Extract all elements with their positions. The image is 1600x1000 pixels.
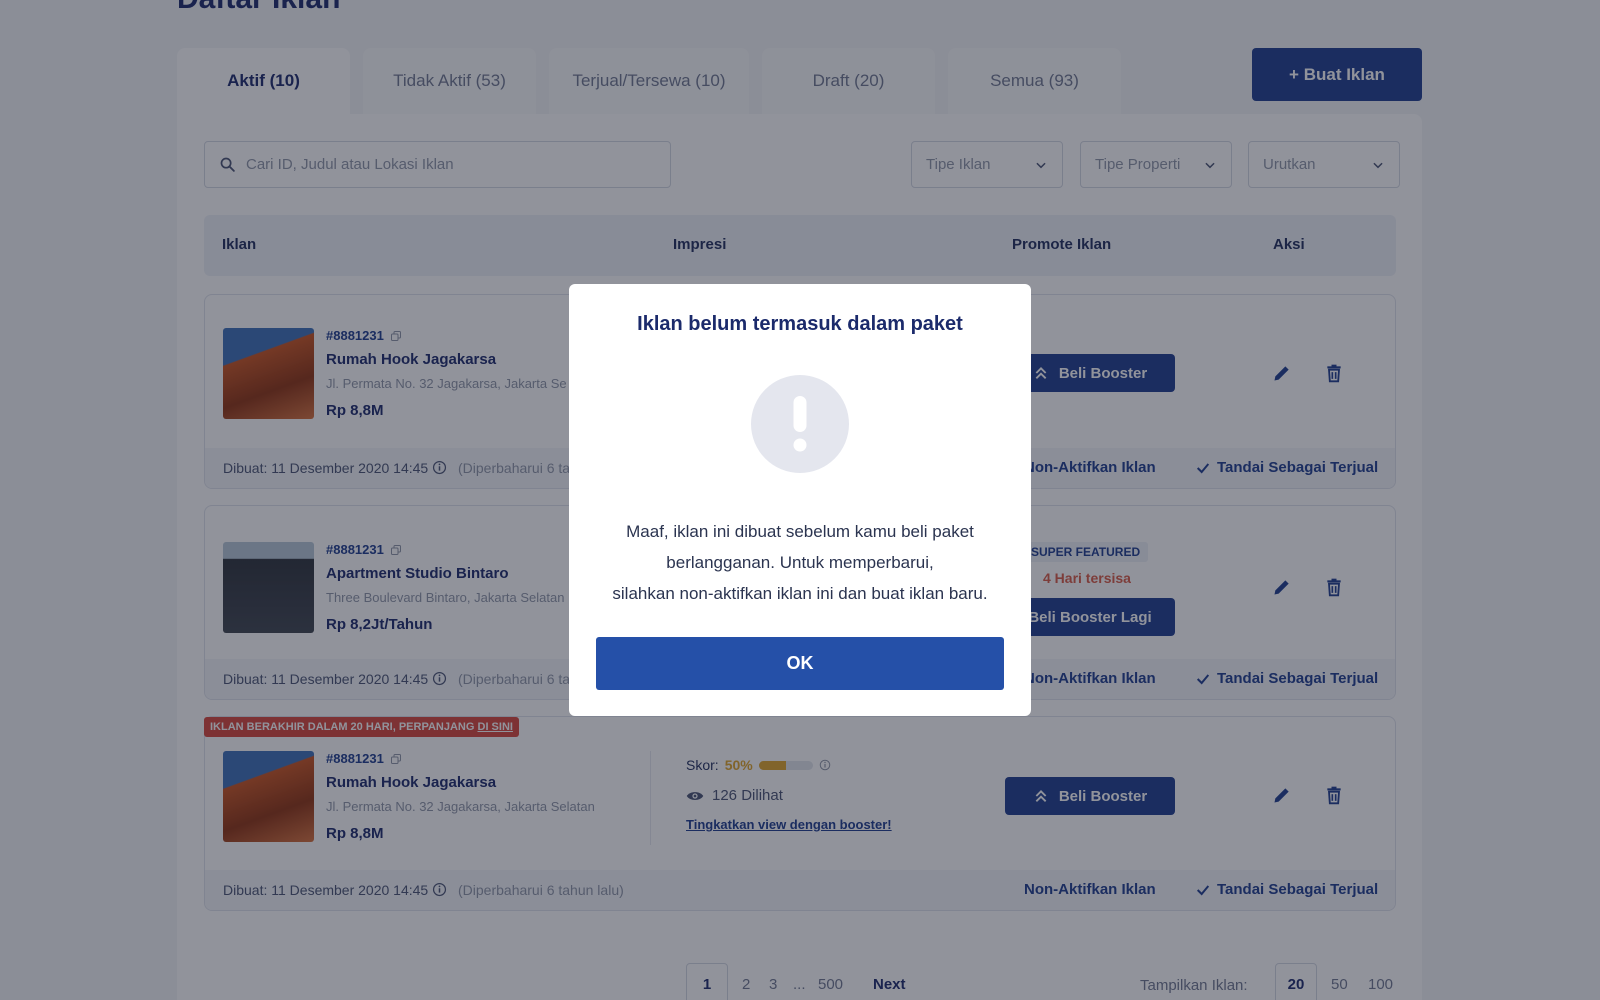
modal-message-line: silahkan non-aktifkan iklan ini dan buat… [612,584,988,603]
modal-title: Iklan belum termasuk dalam paket [637,313,963,335]
modal-message: Maaf, iklan ini dibuat sebelum kamu beli… [589,516,1011,609]
modal-message-line: berlangganan. Untuk memperbarui, [666,553,934,572]
ok-button[interactable]: OK [596,637,1004,690]
exclamation-icon [751,375,849,473]
package-warning-modal: Iklan belum termasuk dalam paket Maaf, i… [569,284,1031,716]
modal-message-line: Maaf, iklan ini dibuat sebelum kamu beli… [626,522,974,541]
